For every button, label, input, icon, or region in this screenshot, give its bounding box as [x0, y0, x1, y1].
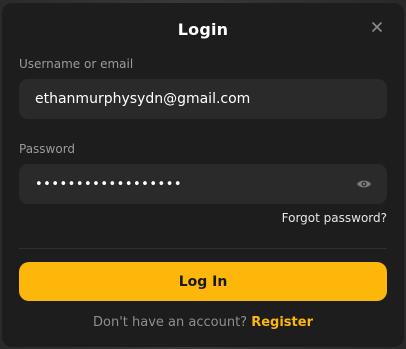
login-modal: Login Username or email Password Forgot …	[2, 3, 404, 347]
login-button[interactable]: Log In	[19, 262, 387, 301]
register-prompt: Don't have an account? Register	[2, 315, 404, 330]
password-label: Password	[19, 142, 76, 156]
modal-title: Login	[177, 20, 229, 39]
divider	[19, 248, 387, 249]
password-field[interactable]	[19, 164, 387, 204]
no-account-text: Don't have an account?	[93, 315, 248, 330]
username-label: Username or email	[19, 57, 134, 71]
username-field[interactable]	[19, 79, 387, 119]
eye-icon[interactable]	[356, 178, 372, 190]
register-link[interactable]: Register	[251, 315, 313, 330]
forgot-password-link[interactable]: Forgot password?	[282, 211, 387, 225]
close-icon[interactable]	[370, 20, 384, 34]
